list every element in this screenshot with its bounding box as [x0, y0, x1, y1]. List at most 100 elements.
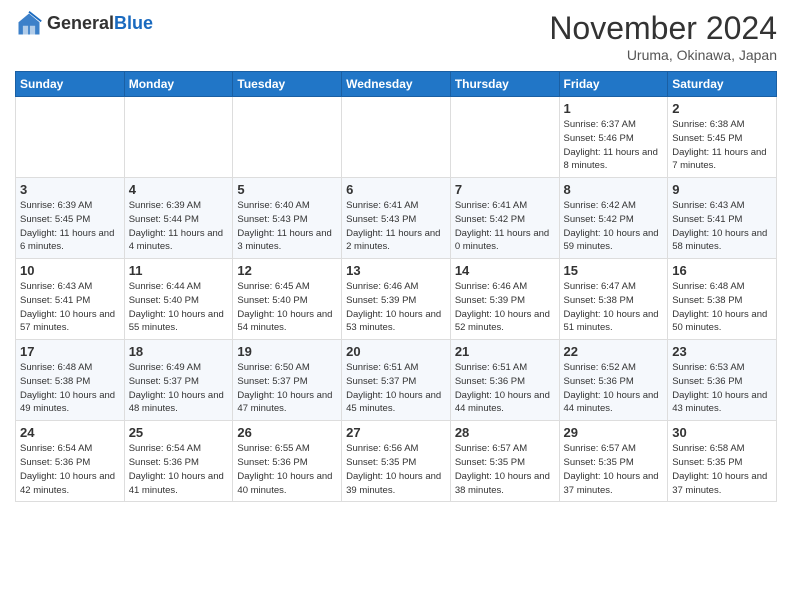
calendar-cell: 28 Sunrise: 6:57 AMSunset: 5:35 PMDayligh… — [450, 421, 559, 502]
day-info: Sunrise: 6:48 AMSunset: 5:38 PMDaylight:… — [672, 280, 772, 335]
day-info: Sunrise: 6:47 AMSunset: 5:38 PMDaylight:… — [564, 280, 664, 335]
calendar-cell: 27Sunrise: 6:56 AMSunset: 5:35 PMDayligh… — [342, 421, 451, 502]
calendar-cell — [124, 97, 233, 178]
day-header-thursday: Thursday — [450, 72, 559, 97]
calendar-cell: 18Sunrise: 6:49 AMSunset: 5:37 PMDayligh… — [124, 340, 233, 421]
page-header: General Blue November 2024 Uruma, Okinaw… — [15, 10, 777, 63]
calendar-table: SundayMondayTuesdayWednesdayThursdayFrid… — [15, 71, 777, 502]
day-number: 29 — [564, 425, 664, 440]
calendar-cell: 23 Sunrise: 6:53 AMSunset: 5:36 PMDayligh… — [668, 340, 777, 421]
day-info: Sunrise: 6:40 AMSunset: 5:43 PMDaylight:… — [237, 199, 337, 254]
calendar-cell: 21Sunrise: 6:51 AMSunset: 5:36 PMDayligh… — [450, 340, 559, 421]
day-info: Sunrise: 6:55 AMSunset: 5:36 PMDaylight:… — [237, 442, 337, 497]
day-number: 28 — [455, 425, 555, 440]
day-number: 9 — [672, 182, 772, 197]
calendar-cell: 13 Sunrise: 6:46 AMSunset: 5:39 PMDayligh… — [342, 259, 451, 340]
calendar-cell: 1Sunrise: 6:37 AMSunset: 5:46 PMDaylight… — [559, 97, 668, 178]
calendar-cell: 25 Sunrise: 6:54 AMSunset: 5:36 PMDayligh… — [124, 421, 233, 502]
calendar-cell: 17Sunrise: 6:48 AMSunset: 5:38 PMDayligh… — [16, 340, 125, 421]
week-row-1: 1Sunrise: 6:37 AMSunset: 5:46 PMDaylight… — [16, 97, 777, 178]
week-row-2: 3Sunrise: 6:39 AMSunset: 5:45 PMDaylight… — [16, 178, 777, 259]
calendar-cell: 22 Sunrise: 6:52 AMSunset: 5:36 PMDayligh… — [559, 340, 668, 421]
calendar-cell — [233, 97, 342, 178]
calendar-cell: 8 Sunrise: 6:42 AMSunset: 5:42 PMDaylight… — [559, 178, 668, 259]
day-info: Sunrise: 6:57 AMSunset: 5:35 PMDaylight:… — [564, 442, 664, 497]
day-header-monday: Monday — [124, 72, 233, 97]
day-info: Sunrise: 6:41 AMSunset: 5:43 PMDaylight:… — [346, 199, 446, 254]
calendar-cell — [342, 97, 451, 178]
calendar-cell: 3Sunrise: 6:39 AMSunset: 5:45 PMDaylight… — [16, 178, 125, 259]
day-number: 25 — [129, 425, 229, 440]
day-number: 11 — [129, 263, 229, 278]
day-header-friday: Friday — [559, 72, 668, 97]
day-info: Sunrise: 6:45 AMSunset: 5:40 PMDaylight:… — [237, 280, 337, 335]
day-number: 13 — [346, 263, 446, 278]
day-info: Sunrise: 6:46 AMSunset: 5:39 PMDaylight:… — [455, 280, 555, 335]
day-info: Sunrise: 6:54 AMSunset: 5:36 PMDaylight:… — [20, 442, 120, 497]
calendar-cell: 20 Sunrise: 6:51 AMSunset: 5:37 PMDayligh… — [342, 340, 451, 421]
day-number: 2 — [672, 101, 772, 116]
day-number: 8 — [564, 182, 664, 197]
week-row-4: 17Sunrise: 6:48 AMSunset: 5:38 PMDayligh… — [16, 340, 777, 421]
day-number: 12 — [237, 263, 337, 278]
week-row-3: 10 Sunrise: 6:43 AMSunset: 5:41 PMDayligh… — [16, 259, 777, 340]
logo: General Blue — [15, 10, 153, 38]
month-title: November 2024 — [549, 10, 777, 47]
day-info: Sunrise: 6:52 AMSunset: 5:36 PMDaylight:… — [564, 361, 664, 416]
logo-text: General Blue — [47, 14, 153, 34]
day-number: 23 — [672, 344, 772, 359]
calendar-cell: 7Sunrise: 6:41 AMSunset: 5:42 PMDaylight… — [450, 178, 559, 259]
calendar-cell: 29 Sunrise: 6:57 AMSunset: 5:35 PMDayligh… — [559, 421, 668, 502]
day-info: Sunrise: 6:42 AMSunset: 5:42 PMDaylight:… — [564, 199, 664, 254]
calendar-cell: 9 Sunrise: 6:43 AMSunset: 5:41 PMDaylight… — [668, 178, 777, 259]
week-row-5: 24 Sunrise: 6:54 AMSunset: 5:36 PMDayligh… — [16, 421, 777, 502]
day-info: Sunrise: 6:56 AMSunset: 5:35 PMDaylight:… — [346, 442, 446, 497]
calendar-cell: 2 Sunrise: 6:38 AMSunset: 5:45 PMDaylight… — [668, 97, 777, 178]
day-number: 7 — [455, 182, 555, 197]
day-info: Sunrise: 6:43 AMSunset: 5:41 PMDaylight:… — [20, 280, 120, 335]
day-number: 14 — [455, 263, 555, 278]
day-number: 30 — [672, 425, 772, 440]
calendar-cell — [16, 97, 125, 178]
day-number: 24 — [20, 425, 120, 440]
day-number: 22 — [564, 344, 664, 359]
day-info: Sunrise: 6:57 AMSunset: 5:35 PMDaylight:… — [455, 442, 555, 497]
calendar-cell: 19Sunrise: 6:50 AMSunset: 5:37 PMDayligh… — [233, 340, 342, 421]
day-number: 18 — [129, 344, 229, 359]
day-info: Sunrise: 6:58 AMSunset: 5:35 PMDaylight:… — [672, 442, 772, 497]
day-header-row: SundayMondayTuesdayWednesdayThursdayFrid… — [16, 72, 777, 97]
logo-general: General — [47, 14, 114, 34]
calendar-cell: 14 Sunrise: 6:46 AMSunset: 5:39 PMDayligh… — [450, 259, 559, 340]
calendar-body: 1Sunrise: 6:37 AMSunset: 5:46 PMDaylight… — [16, 97, 777, 502]
day-number: 6 — [346, 182, 446, 197]
day-header-sunday: Sunday — [16, 72, 125, 97]
calendar-cell: 12 Sunrise: 6:45 AMSunset: 5:40 PMDayligh… — [233, 259, 342, 340]
logo-blue: Blue — [114, 14, 153, 34]
day-number: 26 — [237, 425, 337, 440]
day-header-wednesday: Wednesday — [342, 72, 451, 97]
logo-icon — [15, 10, 43, 38]
calendar-cell: 4Sunrise: 6:39 AMSunset: 5:44 PMDaylight… — [124, 178, 233, 259]
location: Uruma, Okinawa, Japan — [549, 47, 777, 63]
day-info: Sunrise: 6:43 AMSunset: 5:41 PMDaylight:… — [672, 199, 772, 254]
day-number: 10 — [20, 263, 120, 278]
calendar-cell: 5 Sunrise: 6:40 AMSunset: 5:43 PMDaylight… — [233, 178, 342, 259]
day-info: Sunrise: 6:51 AMSunset: 5:37 PMDaylight:… — [346, 361, 446, 416]
day-info: Sunrise: 6:46 AMSunset: 5:39 PMDaylight:… — [346, 280, 446, 335]
calendar-header: SundayMondayTuesdayWednesdayThursdayFrid… — [16, 72, 777, 97]
calendar-cell: 11 Sunrise: 6:44 AMSunset: 5:40 PMDayligh… — [124, 259, 233, 340]
day-info: Sunrise: 6:38 AMSunset: 5:45 PMDaylight:… — [672, 118, 772, 173]
calendar-cell: 15 Sunrise: 6:47 AMSunset: 5:38 PMDayligh… — [559, 259, 668, 340]
day-number: 5 — [237, 182, 337, 197]
day-number: 4 — [129, 182, 229, 197]
day-info: Sunrise: 6:53 AMSunset: 5:36 PMDaylight:… — [672, 361, 772, 416]
day-number: 17 — [20, 344, 120, 359]
calendar-cell: 30 Sunrise: 6:58 AMSunset: 5:35 PMDayligh… — [668, 421, 777, 502]
day-number: 15 — [564, 263, 664, 278]
day-info: Sunrise: 6:44 AMSunset: 5:40 PMDaylight:… — [129, 280, 229, 335]
day-info: Sunrise: 6:50 AMSunset: 5:37 PMDaylight:… — [237, 361, 337, 416]
day-info: Sunrise: 6:54 AMSunset: 5:36 PMDaylight:… — [129, 442, 229, 497]
day-number: 21 — [455, 344, 555, 359]
calendar-cell: 24 Sunrise: 6:54 AMSunset: 5:36 PMDayligh… — [16, 421, 125, 502]
day-number: 20 — [346, 344, 446, 359]
